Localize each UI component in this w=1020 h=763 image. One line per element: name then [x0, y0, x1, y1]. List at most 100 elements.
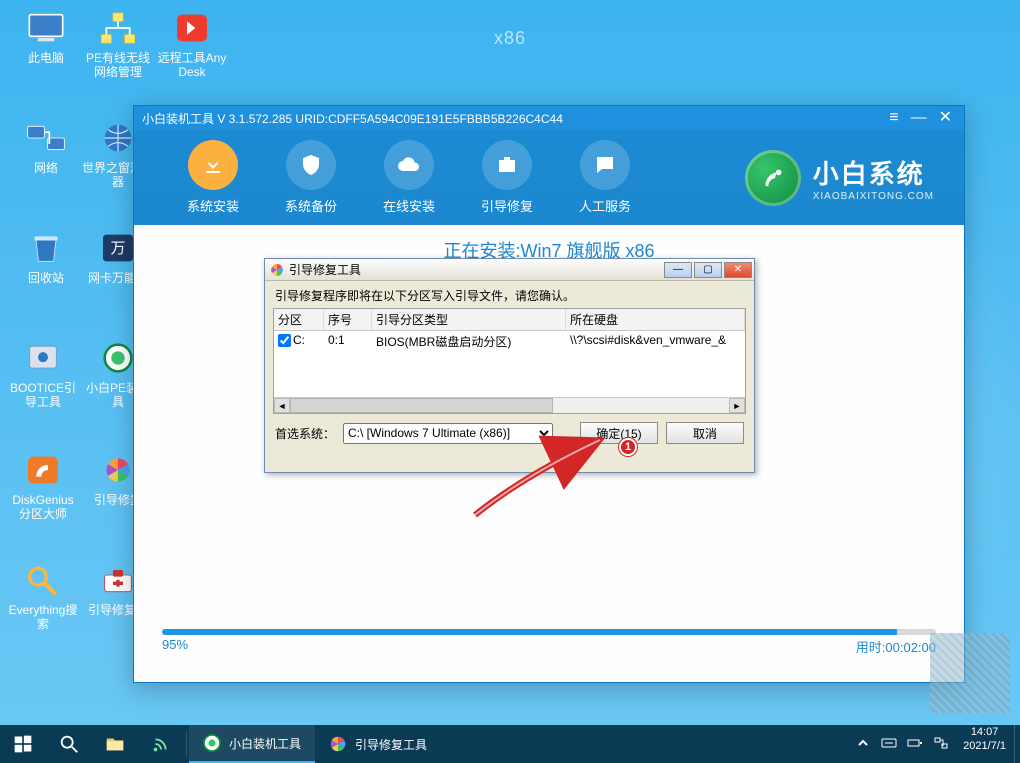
- desktop-icon-diskgenius[interactable]: DiskGenius分区大师: [7, 450, 79, 521]
- clock-date: 2021/7/1: [963, 739, 1006, 753]
- cell-index: 0:1: [324, 331, 372, 352]
- start-button[interactable]: [0, 725, 46, 763]
- desktop-icon-network[interactable]: 网络: [10, 118, 82, 175]
- search-icon: [19, 560, 67, 600]
- desktop-icon-label: Everything搜索: [7, 603, 79, 631]
- nav-online[interactable]: 在线安装: [360, 140, 458, 215]
- minimize-icon[interactable]: —: [911, 110, 927, 126]
- progress: 95% 用时:00:02:00: [162, 629, 936, 656]
- taskbar-clock[interactable]: 14:07 2021/7/1: [955, 725, 1014, 763]
- close-icon[interactable]: ✕: [939, 110, 952, 126]
- show-desktop-button[interactable]: [1014, 725, 1020, 763]
- grid-header: 分区 序号 引导分区类型 所在硬盘: [274, 309, 745, 331]
- preferred-system-label: 首选系统：: [275, 425, 335, 442]
- diskgenius-icon: [19, 450, 67, 490]
- progress-elapsed: 用时:00:02:00: [856, 637, 936, 656]
- progress-bar: [162, 629, 936, 635]
- thumbnail-preview: [930, 633, 1010, 713]
- cancel-button[interactable]: 取消: [666, 422, 744, 444]
- brand-name: 小白系统: [813, 154, 934, 191]
- desktop-icon-label: PE有线无线网络管理: [82, 51, 154, 79]
- nav-backup[interactable]: 系统备份: [262, 140, 360, 215]
- progress-percent: 95%: [162, 637, 188, 656]
- desktop-icon-recycle[interactable]: 回收站: [10, 228, 82, 285]
- dialog-maximize-button[interactable]: ▢: [694, 262, 722, 278]
- taskbar: 小白装机工具 引导修复工具 14:07 2021/7/1: [0, 725, 1020, 763]
- nav-bootfix[interactable]: 引导修复: [458, 140, 556, 215]
- brand-logo-icon: [745, 150, 801, 206]
- col-disk[interactable]: 所在硬盘: [566, 309, 745, 330]
- desktop-icon-everything[interactable]: Everything搜索: [7, 560, 79, 631]
- app-nav: 系统安装 系统备份 在线安装 引导修复 人工服务 小白系统 XIAOBAIXIT…: [134, 130, 964, 225]
- bootice-icon: [19, 338, 67, 378]
- cell-disk: \\?\scsi#disk&ven_vmware_&: [566, 331, 745, 352]
- network-manager-icon: [94, 8, 142, 48]
- dialog-title: 引导修复工具: [289, 261, 664, 278]
- taskbar-task-bootrepair[interactable]: 引导修复工具: [315, 725, 441, 763]
- scroll-track[interactable]: [290, 398, 729, 413]
- task-label: 小白装机工具: [229, 735, 301, 752]
- svg-text:万: 万: [110, 240, 125, 257]
- app-titlebar[interactable]: 小白装机工具 V 3.1.572.285 URID:CDFF5A594C09E1…: [134, 106, 964, 130]
- nav-label: 引导修复: [458, 196, 556, 215]
- menu-icon[interactable]: ≡: [889, 110, 898, 126]
- computer-icon: [22, 8, 70, 48]
- brand-url: XIAOBAIXITONG.COM: [813, 191, 934, 202]
- brand: 小白系统 XIAOBAIXITONG.COM: [745, 150, 964, 206]
- preferred-system-select[interactable]: C:\ [Windows 7 Ultimate (x86)]: [343, 423, 553, 444]
- bootrepair-dialog: 引导修复工具 — ▢ ✕ 引导修复程序即将在以下分区写入引导文件，请您确认。 分…: [264, 258, 755, 473]
- tray-network-icon[interactable]: [933, 735, 949, 754]
- nav-label: 系统备份: [262, 196, 360, 215]
- cell-type: BIOS(MBR磁盘启动分区): [372, 331, 566, 352]
- download-icon: [188, 140, 238, 190]
- tray-keyboard-icon[interactable]: [881, 735, 897, 754]
- nav-install[interactable]: 系统安装: [164, 140, 262, 215]
- row-checkbox[interactable]: [278, 334, 291, 347]
- desktop-icon-this-pc[interactable]: 此电脑: [10, 8, 82, 65]
- pinwheel-icon: [269, 262, 285, 278]
- scroll-right-button[interactable]: ►: [729, 398, 745, 413]
- dialog-minimize-button[interactable]: —: [664, 262, 692, 278]
- col-partition[interactable]: 分区: [274, 309, 324, 330]
- nav-label: 系统安装: [164, 196, 262, 215]
- taskbar-search-icon[interactable]: [46, 725, 92, 763]
- chat-icon: [580, 140, 630, 190]
- grid-row[interactable]: C: 0:1 BIOS(MBR磁盘启动分区) \\?\scsi#disk&ven…: [274, 331, 745, 352]
- firstaid-icon: [482, 140, 532, 190]
- nav-label: 在线安装: [360, 196, 458, 215]
- tray-battery-icon[interactable]: [907, 735, 923, 754]
- desktop-icon-label: BOOTICE引导工具: [7, 381, 79, 409]
- grid-hscrollbar[interactable]: ◄ ►: [274, 397, 745, 413]
- app-title: 小白装机工具 V 3.1.572.285 URID:CDFF5A594C09E1…: [142, 110, 889, 127]
- dialog-close-button[interactable]: ✕: [724, 262, 752, 278]
- desktop-icon-label: 网络: [10, 161, 82, 175]
- dialog-grid: 分区 序号 引导分区类型 所在硬盘 C: 0:1 BIOS(MBR磁盘启动分区)…: [273, 308, 746, 414]
- xiaobai-icon: [203, 734, 221, 752]
- desktop-icon-anydesk[interactable]: 远程工具AnyDesk: [156, 8, 228, 79]
- dialog-titlebar[interactable]: 引导修复工具 — ▢ ✕: [265, 259, 754, 281]
- desktop-icon-pe-net[interactable]: PE有线无线网络管理: [82, 8, 154, 79]
- nav-label: 人工服务: [556, 196, 654, 215]
- network-icon: [22, 118, 70, 158]
- taskbar-explorer-icon[interactable]: [92, 725, 138, 763]
- desktop-icon-label: 回收站: [10, 271, 82, 285]
- col-index[interactable]: 序号: [324, 309, 372, 330]
- taskbar-task-xiaobai[interactable]: 小白装机工具: [189, 725, 315, 763]
- nav-manual[interactable]: 人工服务: [556, 140, 654, 215]
- taskbar-wifi-icon[interactable]: [138, 725, 184, 763]
- scroll-thumb[interactable]: [290, 398, 553, 413]
- tray-chevron-icon[interactable]: [855, 735, 871, 754]
- desktop-icon-label: 此电脑: [10, 51, 82, 65]
- ok-button[interactable]: 确定(15): [580, 422, 658, 444]
- cloud-down-icon: [384, 140, 434, 190]
- desktop-icon-bootice[interactable]: BOOTICE引导工具: [7, 338, 79, 409]
- pinwheel-icon: [329, 735, 347, 753]
- shield-icon: [286, 140, 336, 190]
- col-type[interactable]: 引导分区类型: [372, 309, 566, 330]
- system-tray: [855, 725, 955, 763]
- watermark-x86: x86: [494, 28, 526, 49]
- cell-partition: C:: [293, 333, 305, 347]
- desktop-icon-label: DiskGenius分区大师: [7, 493, 79, 521]
- clock-time: 14:07: [963, 725, 1006, 739]
- scroll-left-button[interactable]: ◄: [274, 398, 290, 413]
